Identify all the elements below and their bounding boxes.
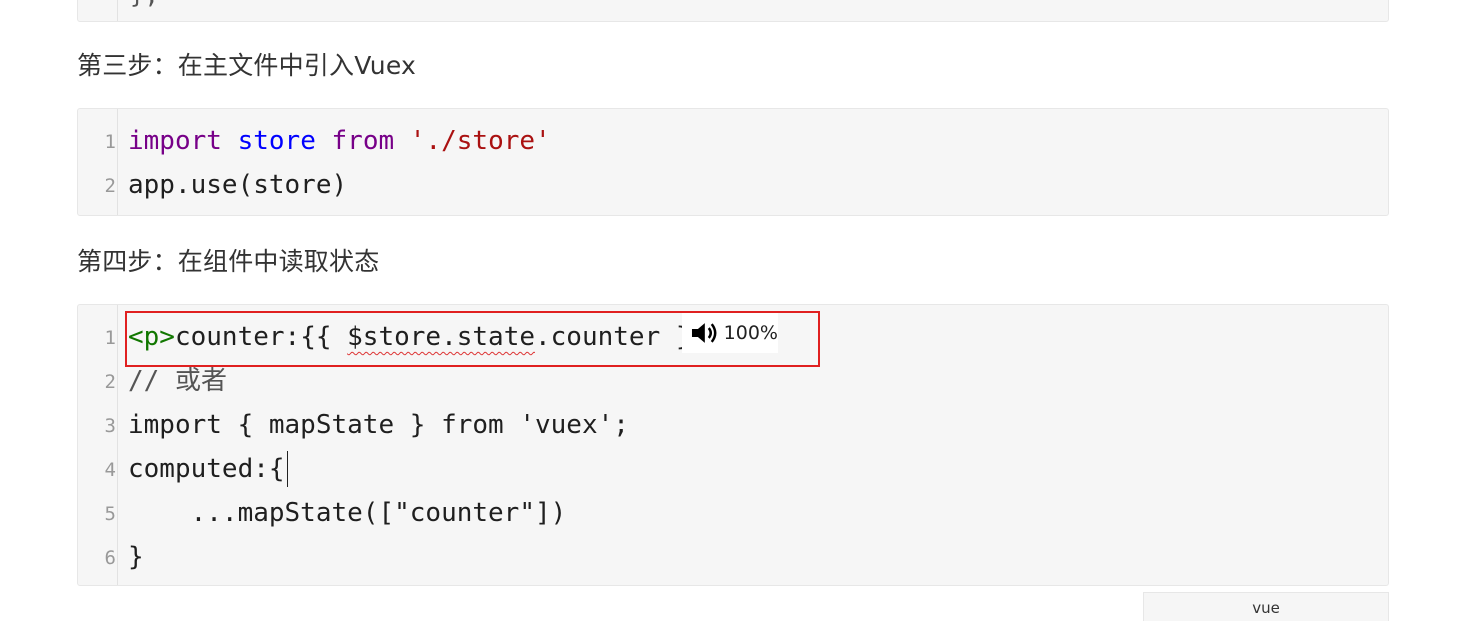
line-number: 1 xyxy=(104,327,116,349)
line-number: 5 xyxy=(104,503,116,525)
line-gutter xyxy=(117,305,118,585)
code-line-text: import { mapState } from 'vuex'; xyxy=(128,407,629,443)
volume-popup[interactable]: 100% xyxy=(682,313,778,353)
code-token: './store' xyxy=(409,126,551,156)
code-token: store xyxy=(237,126,316,156)
code-token: computed:{ xyxy=(128,454,285,484)
line-number: 6 xyxy=(104,547,116,569)
code-token: // 或者 xyxy=(128,366,227,396)
code-block-previous: }, xyxy=(77,0,1389,22)
code-token: import xyxy=(128,126,222,156)
code-token: } xyxy=(128,542,144,572)
step4-heading: 第四步：在组件中读取状态 xyxy=(77,247,380,276)
code-language-tag: vue xyxy=(1143,592,1389,621)
code-line-text: ...mapState(["counter"]) xyxy=(128,495,567,531)
code-line: 1 import store from './store' xyxy=(78,119,1388,163)
speaker-icon xyxy=(691,323,717,343)
code-line-text: }, xyxy=(130,0,159,9)
code-line: 2 app.use(store) xyxy=(78,163,1388,207)
code-block-step3[interactable]: 1 import store from './store' 2 app.use(sto… xyxy=(77,108,1389,216)
line-gutter xyxy=(117,0,118,21)
code-line-text: // 或者 xyxy=(128,363,227,399)
volume-level: 100% xyxy=(723,322,778,344)
step3-heading: 第三步：在主文件中引入Vuex xyxy=(77,51,416,80)
code-line: 4 computed:{ xyxy=(78,447,1388,491)
code-line: 6} xyxy=(78,535,1388,579)
code-line-text: import store from './store' xyxy=(128,123,551,159)
line-number: 3 xyxy=(104,415,116,437)
article-page: }, 第三步：在主文件中引入Vuex 1 import store from '.… xyxy=(0,0,1470,621)
code-token: app.use(store) xyxy=(128,170,348,200)
code-line: 3 import { mapState } from 'vuex'; xyxy=(78,403,1388,447)
line-gutter xyxy=(117,109,118,215)
code-line-text: } xyxy=(128,539,144,575)
line-number: 1 xyxy=(104,131,116,153)
code-line-text: computed:{ xyxy=(128,451,288,487)
code-line-text: app.use(store) xyxy=(128,167,347,203)
line-number: 4 xyxy=(104,459,116,481)
code-token: from xyxy=(331,126,395,156)
code-token: import { mapState } from 'vuex'; xyxy=(128,410,629,440)
text-cursor xyxy=(286,451,288,487)
code-token: ...mapState(["counter"]) xyxy=(128,498,567,528)
line-number: 2 xyxy=(104,175,116,197)
line-number: 2 xyxy=(104,371,116,393)
code-line: 5 ...mapState(["counter"]) xyxy=(78,491,1388,535)
